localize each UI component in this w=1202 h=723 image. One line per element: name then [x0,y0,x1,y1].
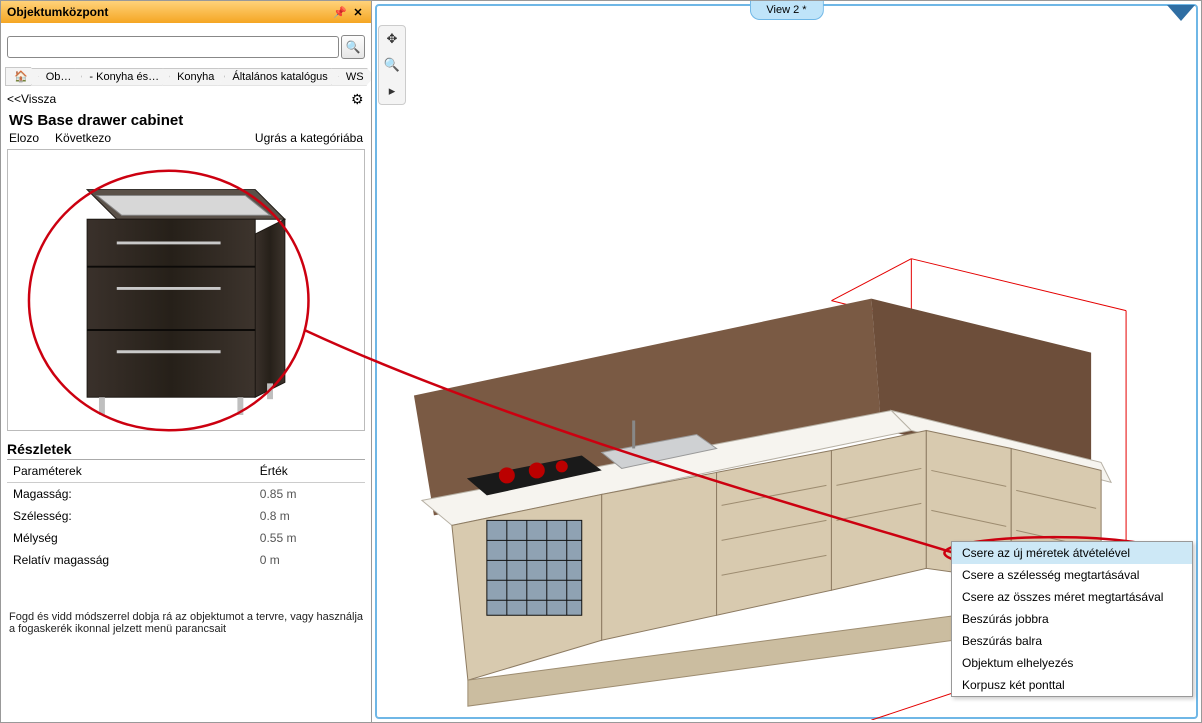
pan-tool-icon[interactable]: ✥ [383,30,401,48]
search-input[interactable] [7,36,339,58]
nav-links: Elozo Következo Ugrás a kategóriába [1,131,371,149]
app-root: Objektumközpont 📌 ✕ 🔍 🏠 Ob… - Konyha és…… [0,0,1202,723]
view-tab[interactable]: View 2 * [749,1,823,20]
menu-item-insert-right[interactable]: Beszúrás jobbra [952,608,1192,630]
search-icon: 🔍 [346,40,361,54]
breadcrumb: 🏠 Ob… - Konyha és… Konyha Általános kata… [1,65,371,88]
details-header: Részletek [7,441,365,460]
menu-item-swap-keep-width[interactable]: Csere a szélesség megtartásával [952,564,1192,586]
pin-icon[interactable]: 📌 [333,5,347,19]
table-row: Mélység 0.55 m [7,527,365,549]
properties-table: Paraméterek Érték Magasság: 0.85 m Széle… [7,460,365,571]
preview-svg [8,150,364,427]
panel-header: Objektumközpont 📌 ✕ [1,1,371,23]
search-row: 🔍 [1,23,371,65]
col-param: Paraméterek [7,460,254,483]
home-icon: 🏠 [14,71,28,83]
viewport-toolbar: ✥ 🔍 ▸ [378,25,406,105]
crumb-item[interactable]: - Konyha és… [74,68,170,86]
zoom-tool-icon[interactable]: 🔍 [383,56,401,74]
object-preview[interactable] [7,149,365,431]
close-icon[interactable]: ✕ [351,5,365,19]
col-value: Érték [254,460,365,483]
orbit-tool-icon[interactable]: ▸ [383,82,401,100]
menu-item-swap-keep-all[interactable]: Csere az összes méret megtartásával [952,586,1192,608]
nav-jump[interactable]: Ugrás a kategóriába [255,131,363,145]
context-menu: Csere az új méretek átvételével Csere a … [951,541,1193,697]
object-center-panel: Objektumközpont 📌 ✕ 🔍 🏠 Ob… - Konyha és…… [1,1,372,722]
menu-item-place-object[interactable]: Objektum elhelyezés [952,652,1192,674]
table-row: Szélesség: 0.8 m [7,505,365,527]
viewport-3d[interactable]: View 2 * ✥ 🔍 ▸ [372,1,1201,722]
back-link[interactable]: <<Vissza [7,92,56,106]
menu-item-swap-new-sizes[interactable]: Csere az új méretek átvételével [952,542,1192,564]
hint-text: Fogd és vidd módszerrel dobja rá az obje… [1,571,371,643]
nav-next[interactable]: Következo [55,131,111,145]
object-title: WS Base drawer cabinet [1,110,371,131]
menu-item-insert-left[interactable]: Beszúrás balra [952,630,1192,652]
gear-icon[interactable]: ⚙ [351,92,365,106]
back-row: <<Vissza ⚙ [1,88,371,110]
table-row: Magasság: 0.85 m [7,483,365,506]
crumb-item[interactable]: Konyha [162,68,225,86]
menu-item-corpus-two-points[interactable]: Korpusz két ponttal [952,674,1192,696]
table-row: Relatív magasság 0 m [7,549,365,571]
crumb-item[interactable]: Általános katalógus [217,68,338,86]
search-button[interactable]: 🔍 [341,35,365,59]
nav-prev[interactable]: Elozo [9,131,39,145]
panel-title: Objektumközpont [7,5,329,19]
